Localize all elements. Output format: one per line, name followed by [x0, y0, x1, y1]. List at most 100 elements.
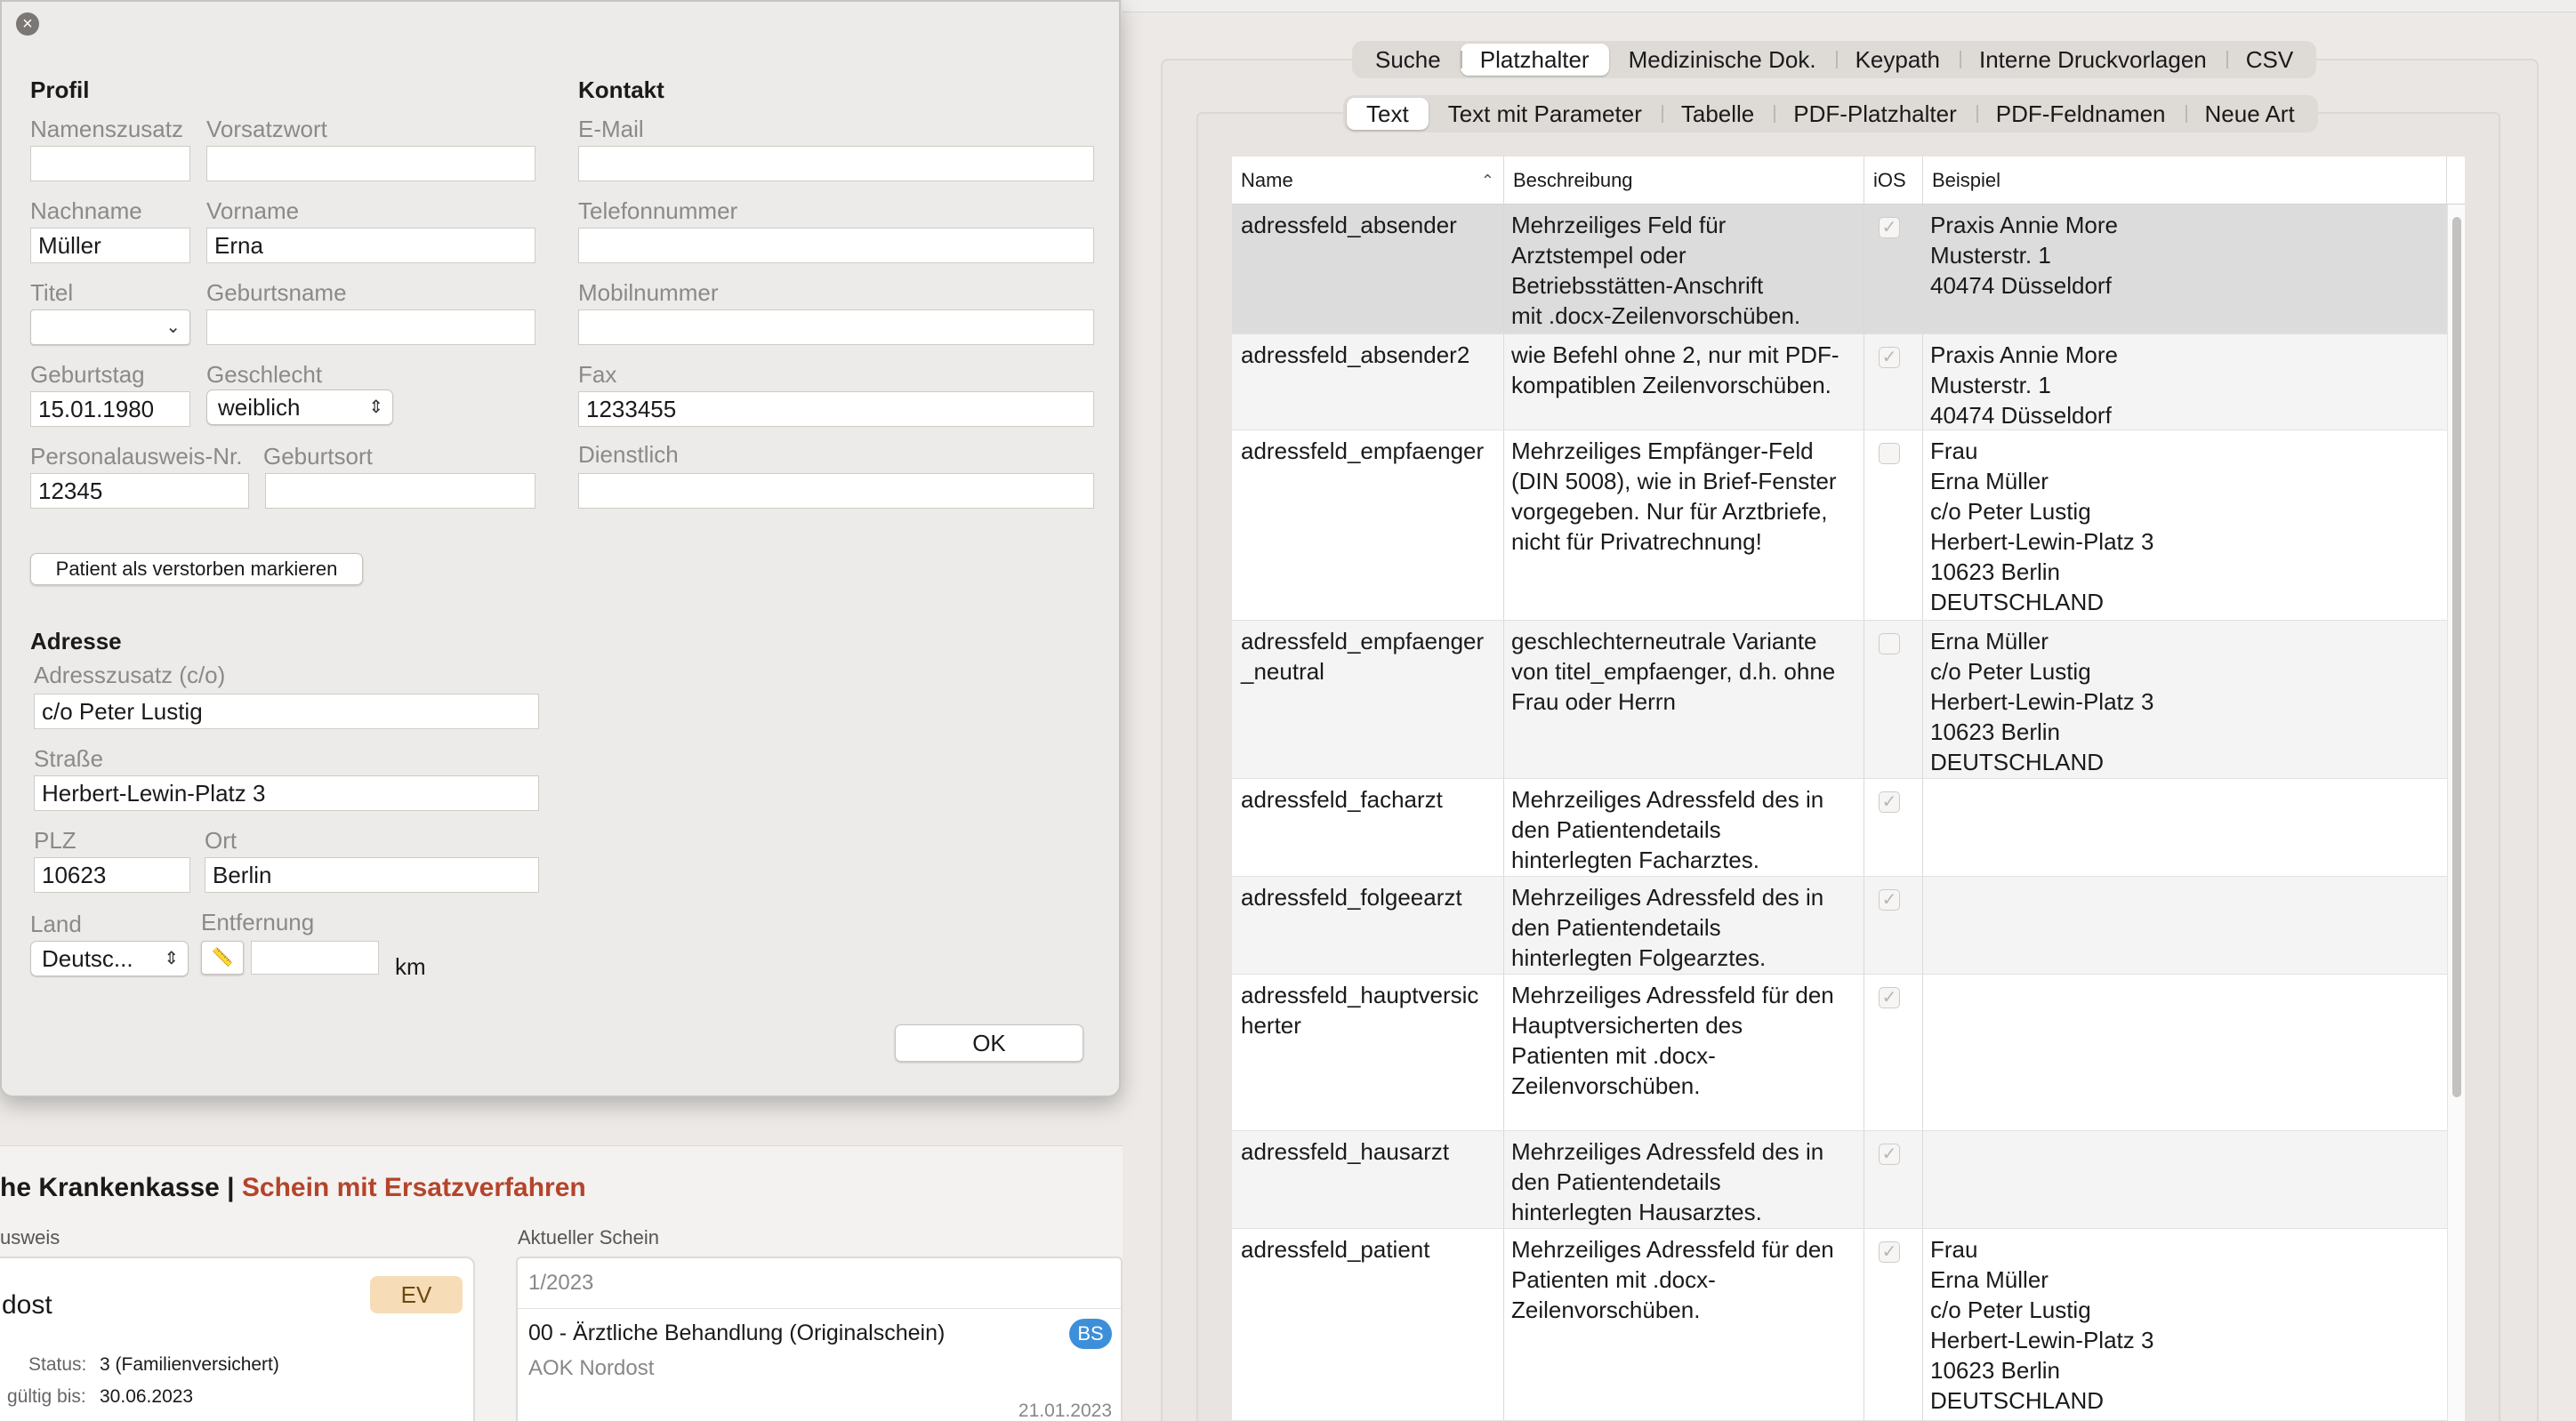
cell-description: Mehrzeiliges Adressfeld des in den Patie… — [1504, 1131, 1864, 1228]
table-row[interactable]: adressfeld_hausarzt Mehrzeiliges Adressfe… — [1232, 1131, 2447, 1229]
mobil-input[interactable] — [578, 309, 1094, 345]
geburtsort-input[interactable] — [265, 473, 535, 509]
cell-example: Erna Müller c/o Peter Lustig Herbert-Lew… — [1930, 628, 2154, 775]
telefon-input[interactable] — [578, 228, 1094, 263]
ios-checkbox[interactable]: ✓ — [1879, 889, 1900, 911]
ruler-icon[interactable]: 📏 — [201, 941, 244, 975]
titel-select[interactable]: ⌄ — [30, 309, 190, 345]
ev-badge: EV — [370, 1276, 463, 1313]
insurance-heading-accent: Schein mit Ersatzverfahren — [241, 1173, 586, 1202]
cell-description: Mehrzeiliges Empfänger-Feld (DIN 5008), … — [1504, 430, 1864, 620]
cell-example — [1923, 975, 2447, 1130]
cell-name: adressfeld_hauptversic herter — [1232, 975, 1504, 1130]
column-header-name[interactable]: Name ⌃ — [1232, 157, 1504, 205]
table-header: Name ⌃ Beschreibung iOS Beispiel — [1232, 157, 2465, 205]
cell-description: Mehrzeiliges Feld für Arztstempel oder B… — [1504, 205, 1864, 333]
table-row[interactable]: adressfeld_empfaenger _neutral geschlecht… — [1232, 621, 2447, 779]
vorname-input[interactable]: Erna — [206, 228, 535, 263]
geburtstag-input[interactable]: 15.01.1980 — [30, 391, 190, 427]
cell-example: Frau Erna Müller c/o Peter Lustig Herber… — [1930, 438, 2154, 615]
cell-ios — [1864, 621, 1923, 778]
ios-checkbox[interactable] — [1879, 443, 1900, 464]
current-schein-label: Aktueller Schein — [518, 1226, 659, 1248]
cell-example: Praxis Annie More Musterstr. 1 40474 Düs… — [1930, 212, 2118, 299]
updown-chevron-icon: ⇕ — [368, 397, 383, 417]
column-header-ios[interactable]: iOS — [1864, 157, 1923, 205]
ios-checkbox[interactable]: ✓ — [1879, 1144, 1900, 1165]
cell-ios: ✓ — [1864, 1131, 1923, 1228]
cell-description: Mehrzeiliges Adressfeld für den Hauptver… — [1504, 975, 1864, 1130]
tab-top-5[interactable]: CSV — [2226, 44, 2313, 76]
ios-checkbox[interactable]: ✓ — [1879, 347, 1900, 368]
table-row[interactable]: adressfeld_facharzt Mehrzeiliges Adressfe… — [1232, 779, 2447, 877]
tab-sub-3[interactable]: PDF-Platzhalter — [1774, 98, 1976, 130]
cell-ios: ✓ — [1864, 1229, 1923, 1420]
table-row[interactable]: adressfeld_folgeearzt Mehrzeiliges Adress… — [1232, 877, 2447, 975]
chevron-down-icon: ⌄ — [165, 317, 181, 337]
ios-checkbox[interactable]: ✓ — [1879, 217, 1900, 238]
namenszusatz-label: Namenszusatz — [30, 116, 183, 142]
column-header-description[interactable]: Beschreibung — [1504, 157, 1864, 205]
tab-sub-2[interactable]: Tabelle — [1661, 98, 1774, 130]
table-row[interactable]: adressfeld_absender Mehrzeiliges Feld für… — [1232, 205, 2447, 334]
namenszusatz-input[interactable] — [30, 146, 190, 181]
insurance-name: dost — [2, 1290, 52, 1320]
placeholder-table: Name ⌃ Beschreibung iOS Beispiel adressf… — [1232, 157, 2465, 1421]
tab-sub-0[interactable]: Text — [1347, 98, 1429, 130]
cell-ios — [1864, 430, 1923, 620]
close-icon[interactable]: × — [16, 12, 39, 36]
cell-example — [1923, 1131, 2447, 1228]
insurance-heading: he Krankenkasse | Schein mit Ersatzverfa… — [0, 1173, 586, 1203]
geschlecht-select[interactable]: weiblich ⇕ — [206, 389, 393, 425]
table-row[interactable]: adressfeld_empfaenger Mehrzeiliges Empfän… — [1232, 430, 2447, 621]
insurance-card[interactable]: dost EV Status: 3 (Familienversichert) g… — [0, 1256, 475, 1421]
ios-checkbox[interactable]: ✓ — [1879, 987, 1900, 1008]
ausweis-input[interactable]: 12345 — [30, 473, 249, 509]
mark-deceased-button[interactable]: Patient als verstorben markieren — [30, 553, 363, 585]
fax-input[interactable]: 1233455 — [578, 391, 1094, 427]
ios-checkbox[interactable] — [1879, 633, 1900, 654]
vorsatzwort-input[interactable] — [206, 146, 535, 181]
land-label: Land — [30, 911, 82, 937]
land-select[interactable]: Deutsc... ⇕ — [30, 941, 189, 976]
vorname-label: Vorname — [206, 197, 300, 224]
ort-label: Ort — [205, 827, 237, 854]
co-input[interactable]: c/o Peter Lustig — [34, 694, 539, 729]
email-label: E-Mail — [578, 116, 644, 142]
cell-name: adressfeld_empfaenger — [1232, 430, 1504, 620]
entfernung-input[interactable] — [251, 941, 379, 975]
strasse-input[interactable]: Herbert-Lewin-Platz 3 — [34, 775, 539, 811]
table-row[interactable]: adressfeld_hauptversic herter Mehrzeilige… — [1232, 975, 2447, 1131]
column-header-name-label: Name — [1241, 169, 1293, 191]
contact-heading: Kontakt — [578, 76, 664, 103]
ios-checkbox[interactable]: ✓ — [1879, 791, 1900, 813]
cell-example — [1923, 877, 2447, 974]
table-row[interactable]: adressfeld_absender2 wie Befehl ohne 2, n… — [1232, 334, 2447, 430]
scrollbar-thumb[interactable] — [2452, 217, 2461, 1097]
ort-input[interactable]: Berlin — [205, 857, 539, 893]
email-input[interactable] — [578, 146, 1094, 181]
tab-top-0[interactable]: Suche — [1356, 44, 1461, 76]
tab-top-4[interactable]: Interne Druckvorlagen — [1959, 44, 2226, 76]
sub-tab-bar: Text Text mit Parameter Tabelle PDF-Platzha… — [1343, 95, 2318, 132]
tab-sub-5[interactable]: Neue Art — [2185, 98, 2314, 130]
tab-sub-4[interactable]: PDF-Feldnamen — [1976, 98, 2186, 130]
tab-top-3[interactable]: Keypath — [1835, 44, 1960, 76]
current-schein-card[interactable]: 1/2023 00 - Ärztliche Behandlung (Origin… — [516, 1256, 1123, 1421]
cell-example: Frau Erna Müller c/o Peter Lustig Herber… — [1930, 1236, 2154, 1414]
geburtsname-input[interactable] — [206, 309, 535, 345]
plz-input[interactable]: 10623 — [34, 857, 190, 893]
vertical-scrollbar[interactable] — [2447, 205, 2465, 1421]
tab-top-2[interactable]: Medizinische Dok. — [1609, 44, 1836, 76]
sort-ascending-icon: ⌃ — [1480, 172, 1494, 189]
nachname-input[interactable]: Müller — [30, 228, 190, 263]
column-header-example[interactable]: Beispiel — [1923, 157, 2447, 205]
tab-sub-1[interactable]: Text mit Parameter — [1429, 98, 1662, 130]
dienstlich-input[interactable] — [578, 473, 1094, 509]
ok-button[interactable]: OK — [895, 1024, 1083, 1062]
table-row[interactable]: adressfeld_patient Mehrzeiliges Adressfel… — [1232, 1229, 2447, 1421]
cell-description: geschlechterneutrale Variante von titel_… — [1504, 621, 1864, 778]
status-value: 3 (Familienversichert) — [100, 1354, 279, 1375]
tab-top-1[interactable]: Platzhalter — [1460, 44, 1609, 76]
ios-checkbox[interactable]: ✓ — [1879, 1241, 1900, 1263]
